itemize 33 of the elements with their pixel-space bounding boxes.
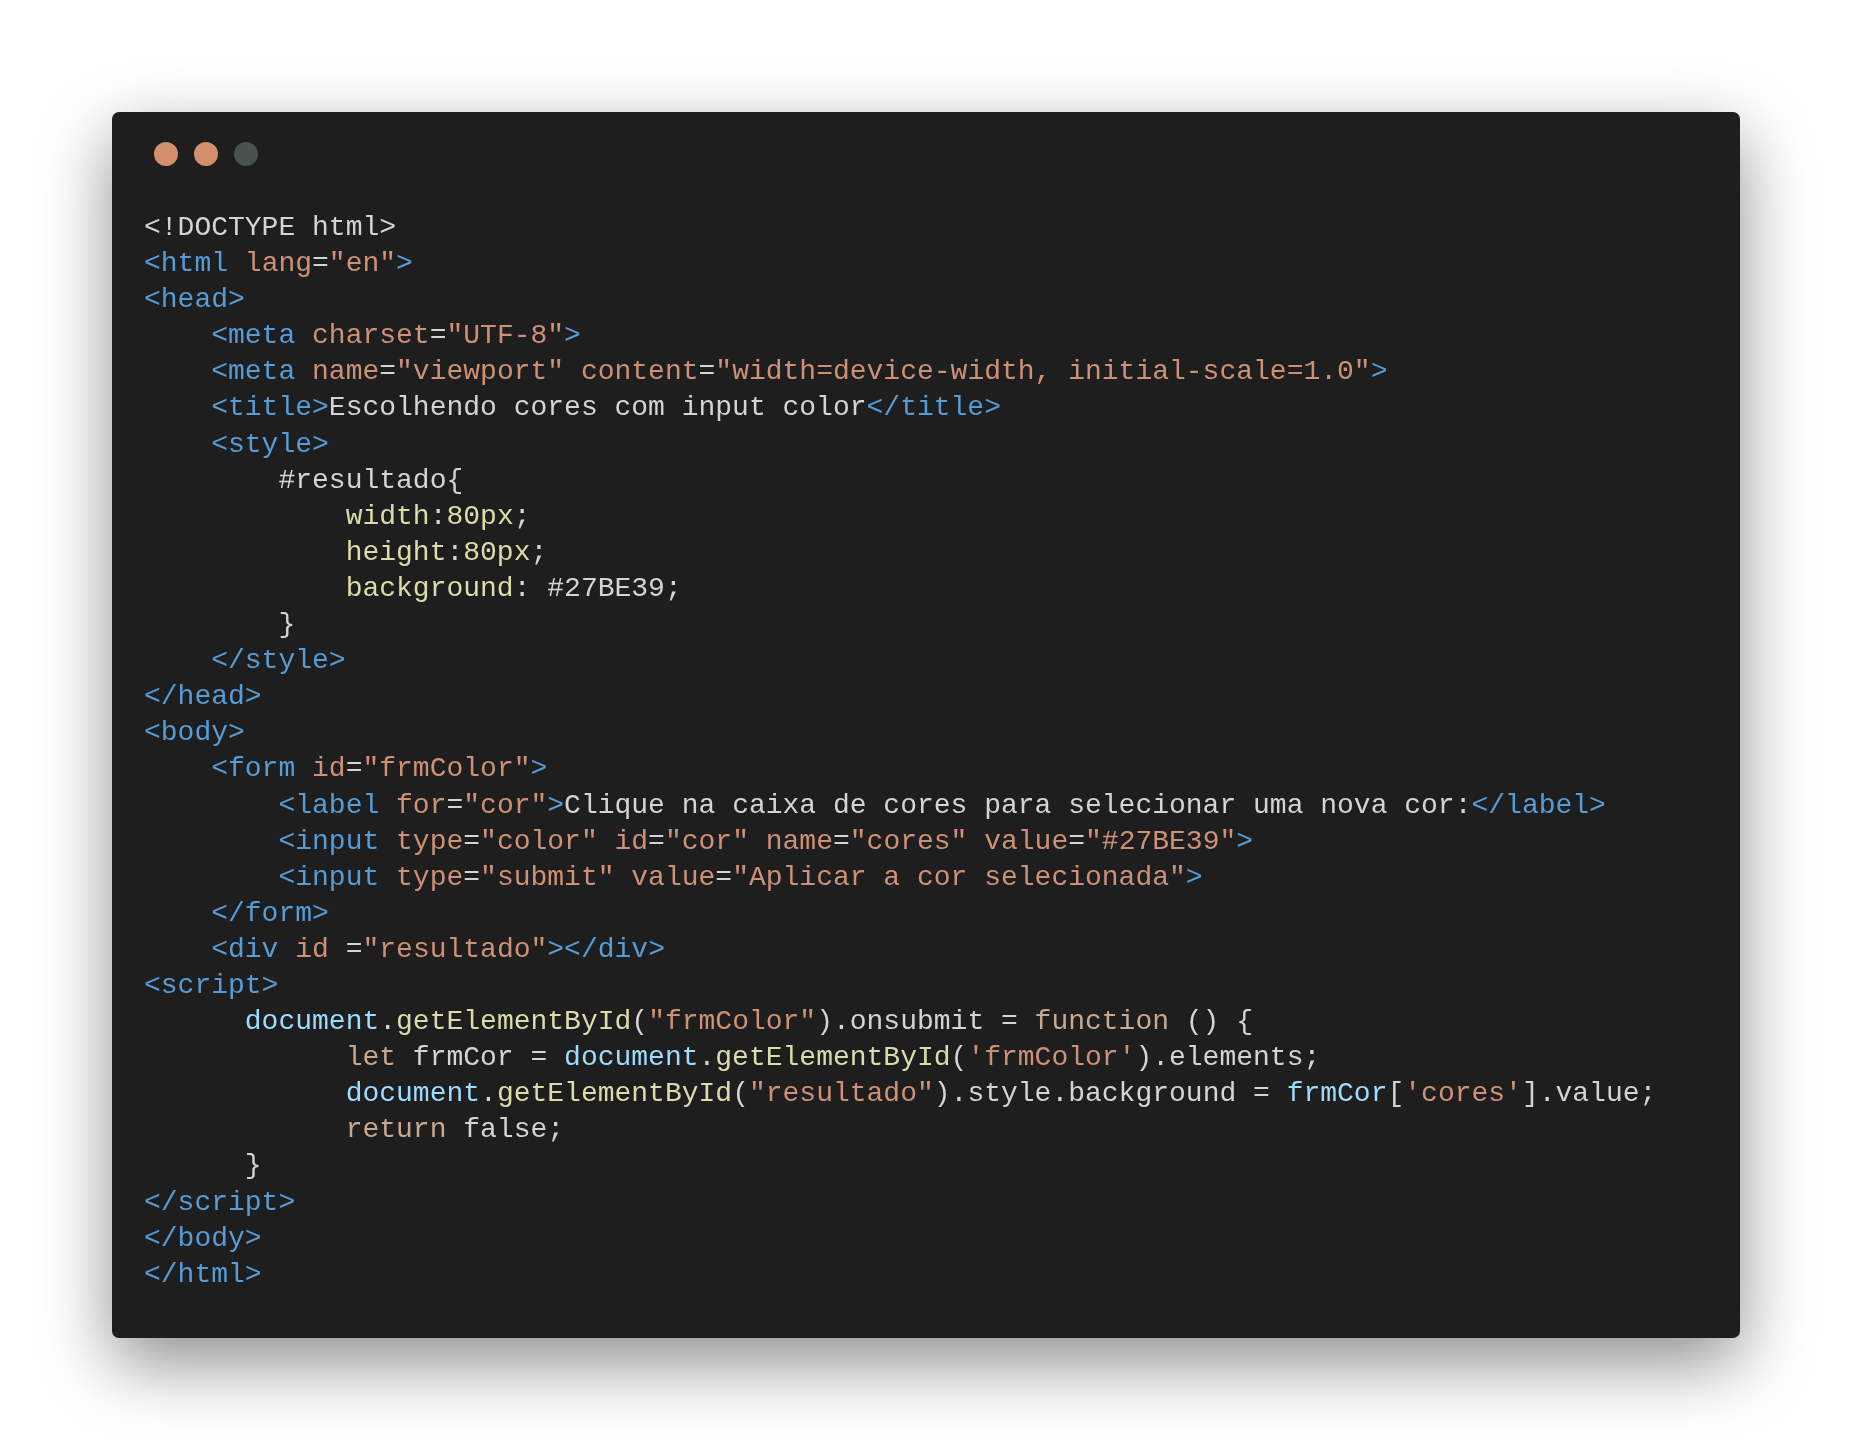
code-line: document.getElementById("frmColor").onsubmit = function () { [243,1005,1254,1040]
code-line: </script> [144,1185,296,1220]
code-line: #resultado{ [277,463,464,498]
code-line: document.getElementById("resultado").style.background = frmCor['cores'].value; [344,1077,1657,1112]
code-line: <title>Escolhendo cores com input color</title> [210,391,1001,426]
code-line: </html> [144,1257,262,1292]
code-line: } [243,1149,262,1184]
code-line: <head> [144,283,245,318]
code-line: <meta charset="UTF-8"> [210,319,581,354]
code-line: </head> [144,680,262,715]
code-line: </body> [144,1221,262,1256]
code-line: </form> [210,896,329,931]
code-line: <div id ="resultado"></div> [210,932,665,967]
code-line: height:80px; [344,535,548,570]
code-line: width:80px; [344,499,531,534]
close-dot-icon[interactable] [154,142,178,166]
code-line: </style> [210,644,346,679]
code-line: <input type="color" id="cor" name="cores" value="#27BE39"> [277,824,1254,859]
code-line: <input type="submit" value="Aplicar a cor selecionada"> [277,860,1203,895]
code-line: <html lang="en"> [144,247,413,282]
zoom-dot-icon[interactable] [234,142,258,166]
code-line: <body> [144,716,245,751]
code-line: <script> [144,968,279,1003]
code-line: <form id="frmColor"> [210,752,548,787]
code-line: return false; [344,1113,565,1148]
code-line: <meta name="viewport" content="width=device-width, initial-scale=1.0"> [210,355,1388,390]
minimize-dot-icon[interactable] [194,142,218,166]
code-line: <label for="cor">Clique na caixa de cores para selecionar uma nova cor:</label> [277,788,1606,823]
code-line: <style> [210,427,329,462]
code-line: background: #27BE39; [344,571,682,606]
code-line: <!DOCTYPE html> [144,211,397,245]
code-line: } [277,608,296,643]
code-line: let frmCor = document.getElementById('frmColor').elements; [344,1041,1321,1076]
